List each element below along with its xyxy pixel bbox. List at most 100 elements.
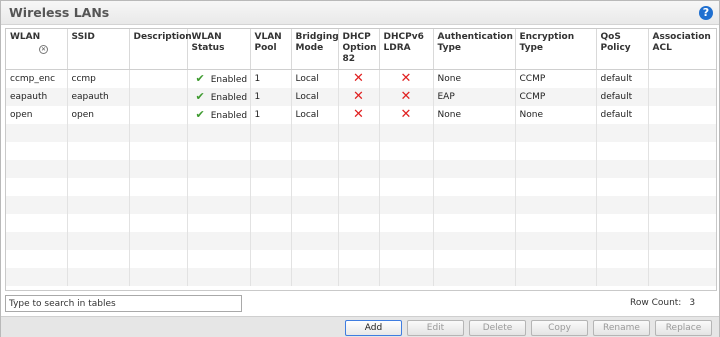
add-button[interactable]: Add <box>345 320 402 336</box>
cell-encryption-type <box>515 249 597 268</box>
cell-bridging-mode <box>291 141 339 160</box>
cell-dhcp-option-82 <box>338 159 380 178</box>
wlan-table-container[interactable]: WLAN ✕ SSID Description WLAN Status VLAN … <box>5 28 717 291</box>
cell-description <box>129 141 188 160</box>
column-header-authentication-type[interactable]: Authentication Type <box>433 29 516 70</box>
cell-description <box>129 195 188 214</box>
cell-dhcpv6-ldra: ✕ <box>379 87 434 106</box>
cell-qos-policy <box>596 231 649 250</box>
copy-button[interactable]: Copy <box>531 320 588 336</box>
cell-encryption-type: None <box>515 105 597 124</box>
cell-wlan-status <box>187 267 251 286</box>
cell-dhcpv6-ldra <box>379 249 434 268</box>
cell-authentication-type <box>433 123 516 142</box>
column-header-association-acl[interactable]: Association ACL <box>648 29 716 70</box>
column-header-dhcp-option-82[interactable]: DHCP Option 82 <box>338 29 380 70</box>
cell-authentication-type <box>433 141 516 160</box>
cell-authentication-type <box>433 213 516 232</box>
cell-dhcpv6-ldra <box>379 123 434 142</box>
rename-button[interactable]: Rename <box>593 320 650 336</box>
cell-description <box>129 177 188 196</box>
cell-vlan-pool <box>250 159 292 178</box>
cell-wlan-status <box>187 159 251 178</box>
cell-wlan: ccmp_enc <box>6 69 68 88</box>
cell-description <box>129 249 188 268</box>
cross-icon: ✕ <box>353 106 364 122</box>
sort-icon[interactable]: ✕ <box>39 45 48 54</box>
cell-dhcpv6-ldra <box>379 141 434 160</box>
cell-encryption-type: CCMP <box>515 69 597 88</box>
edit-button[interactable]: Edit <box>407 320 464 336</box>
cell-authentication-type: None <box>433 105 516 124</box>
column-header-dhcpv6-ldra[interactable]: DHCPv6 LDRA <box>379 29 434 70</box>
cell-association-acl <box>648 69 716 88</box>
help-icon[interactable]: ? <box>699 6 713 20</box>
cell-wlan <box>6 267 68 286</box>
cell-wlan-status <box>187 231 251 250</box>
column-header-bridging-mode[interactable]: Bridging Mode <box>291 29 339 70</box>
cell-wlan-status <box>187 195 251 214</box>
cell-wlan-status <box>187 249 251 268</box>
status-label: Enabled <box>210 93 248 103</box>
cell-encryption-type <box>515 177 597 196</box>
cell-dhcpv6-ldra: ✕ <box>379 69 434 88</box>
cell-dhcp-option-82 <box>338 249 380 268</box>
column-header-description[interactable]: Description <box>129 29 192 70</box>
cell-encryption-type <box>515 213 597 232</box>
cell-wlan-status: ✔ Enabled <box>187 69 251 88</box>
cell-wlan <box>6 213 68 232</box>
column-header-encryption-type[interactable]: Encryption Type <box>515 29 597 70</box>
cell-qos-policy: default <box>596 105 649 124</box>
cell-ssid <box>67 249 130 268</box>
cell-vlan-pool <box>250 249 292 268</box>
search-input[interactable] <box>5 295 242 312</box>
cell-wlan <box>6 231 68 250</box>
cell-association-acl <box>648 159 716 178</box>
column-header-wlan[interactable]: WLAN ✕ <box>6 29 68 70</box>
table-row[interactable]: ccmp_enc ccmp ✔ Enabled 1 Local ✕ ✕ None CCMP defa… <box>6 69 716 88</box>
column-header-qos-policy[interactable]: QoS Policy <box>596 29 649 70</box>
cell-wlan-status: ✔ Enabled <box>187 87 251 106</box>
cell-encryption-type <box>515 231 597 250</box>
cell-wlan <box>6 195 68 214</box>
cell-wlan <box>6 177 68 196</box>
cell-vlan-pool <box>250 141 292 160</box>
replace-button[interactable]: Replace <box>655 320 712 336</box>
table-header-row: WLAN ✕ SSID Description WLAN Status VLAN … <box>6 29 716 70</box>
cell-dhcpv6-ldra <box>379 195 434 214</box>
empty-table-row <box>6 213 716 232</box>
table-row[interactable]: open open ✔ Enabled 1 Local ✕ ✕ None None default <box>6 105 716 124</box>
cell-bridging-mode <box>291 159 339 178</box>
cell-authentication-type: None <box>433 69 516 88</box>
cell-wlan-status <box>187 177 251 196</box>
column-header-vlan-pool[interactable]: VLAN Pool <box>250 29 292 70</box>
column-header-wlan-status[interactable]: WLAN Status <box>187 29 251 70</box>
wireless-lans-panel: Wireless LANs ? WLAN ✕ SSID Description W… <box>0 0 720 337</box>
cell-wlan: open <box>6 105 68 124</box>
cell-dhcp-option-82 <box>338 267 380 286</box>
cell-dhcp-option-82 <box>338 195 380 214</box>
cell-vlan-pool <box>250 177 292 196</box>
cell-bridging-mode <box>291 177 339 196</box>
empty-table-row <box>6 159 716 178</box>
cell-ssid <box>67 123 130 142</box>
empty-table-row <box>6 249 716 268</box>
table-row[interactable]: eapauth eapauth ✔ Enabled 1 Local ✕ ✕ EAP CCMP def… <box>6 87 716 106</box>
row-count-value: 3 <box>689 298 696 308</box>
cell-wlan-status <box>187 213 251 232</box>
cell-dhcp-option-82: ✕ <box>338 87 380 106</box>
empty-table-row <box>6 267 716 286</box>
cell-encryption-type <box>515 159 597 178</box>
cell-ssid: ccmp <box>67 69 130 88</box>
column-header-ssid[interactable]: SSID <box>67 29 130 70</box>
delete-button[interactable]: Delete <box>469 320 526 336</box>
cell-dhcpv6-ldra <box>379 267 434 286</box>
cell-dhcpv6-ldra <box>379 177 434 196</box>
cell-bridging-mode <box>291 231 339 250</box>
cell-wlan-status: ✔ Enabled <box>187 105 251 124</box>
cell-encryption-type <box>515 195 597 214</box>
cell-ssid: eapauth <box>67 87 130 106</box>
row-count: Row Count: 3 <box>630 298 695 308</box>
cell-qos-policy <box>596 195 649 214</box>
cell-authentication-type <box>433 177 516 196</box>
